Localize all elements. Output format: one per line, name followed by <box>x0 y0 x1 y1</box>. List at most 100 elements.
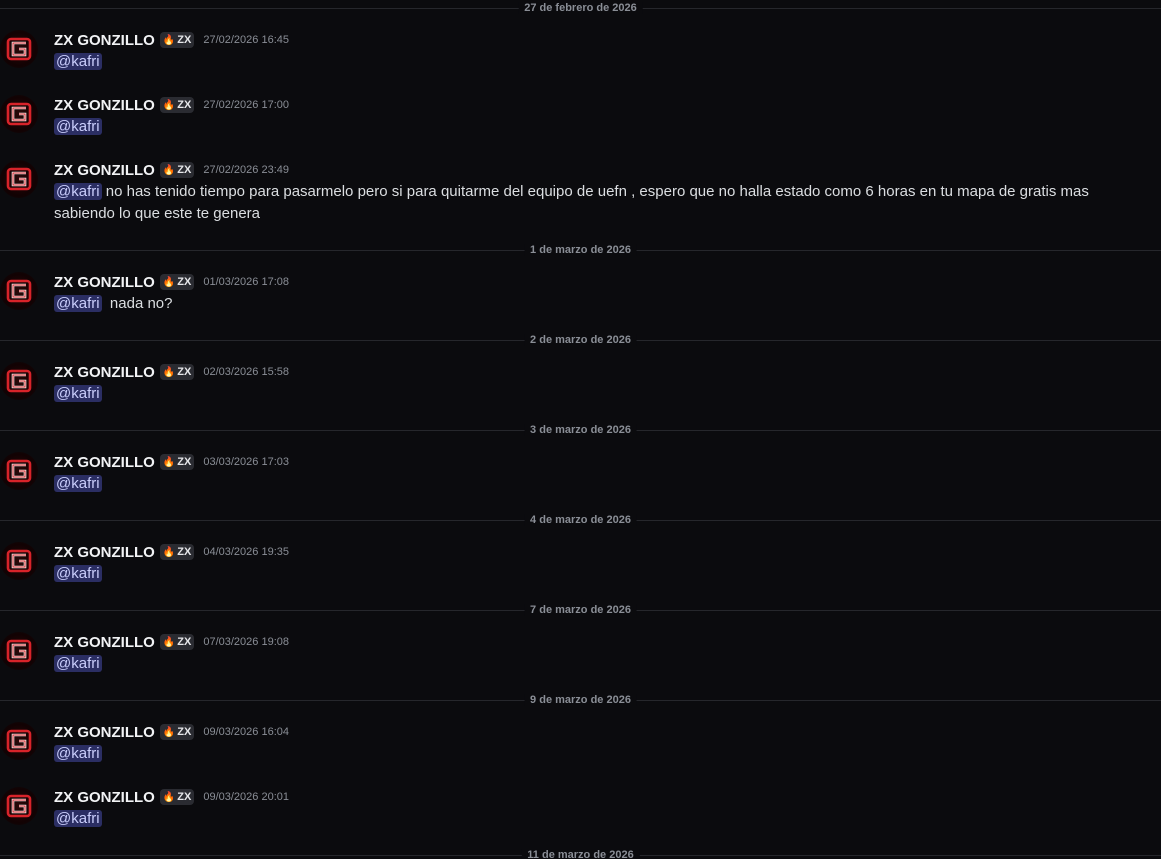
guild-tag[interactable]: 🔥 ZX <box>159 32 195 48</box>
date-divider: 7 de marzo de 2026 <box>0 604 1161 616</box>
username[interactable]: ZX GONZILLO <box>54 364 155 381</box>
date-divider: 4 de marzo de 2026 <box>0 514 1161 526</box>
fire-icon: 🔥 <box>162 456 176 468</box>
username[interactable]: ZX GONZILLO <box>54 724 155 741</box>
message-text: nada no? <box>101 295 173 312</box>
guild-tag[interactable]: 🔥 ZX <box>159 544 195 560</box>
message-header: ZX GONZILLO 🔥 ZX 09/03/2026 16:04 <box>54 722 289 742</box>
user-mention[interactable]: @kafri <box>54 565 102 582</box>
message-content: @kafri <box>54 473 1144 495</box>
timestamp[interactable]: 01/03/2026 17:08 <box>203 276 289 288</box>
user-mention[interactable]: @kafri <box>54 810 102 827</box>
guild-tag-label: ZX <box>177 276 192 288</box>
fire-icon: 🔥 <box>162 164 176 176</box>
message-header: ZX GONZILLO 🔥 ZX 27/02/2026 23:49 <box>54 160 289 180</box>
user-mention[interactable]: @kafri <box>54 475 102 492</box>
username[interactable]: ZX GONZILLO <box>54 162 155 179</box>
timestamp[interactable]: 09/03/2026 16:04 <box>203 726 289 738</box>
g-logo-icon <box>6 794 32 818</box>
guild-tag[interactable]: 🔥 ZX <box>159 454 195 470</box>
timestamp[interactable]: 27/02/2026 16:45 <box>203 34 289 46</box>
username[interactable]: ZX GONZILLO <box>54 274 155 291</box>
guild-tag-label: ZX <box>177 366 192 378</box>
message-feed: 27 de febrero de 2026 1 de marzo de 2026… <box>0 0 1161 859</box>
username[interactable]: ZX GONZILLO <box>54 454 155 471</box>
g-logo-icon <box>6 459 32 483</box>
avatar[interactable] <box>0 452 38 490</box>
user-mention[interactable]: @kafri <box>54 745 102 762</box>
message-header: ZX GONZILLO 🔥 ZX 27/02/2026 17:00 <box>54 95 289 115</box>
date-divider: 1 de marzo de 2026 <box>0 244 1161 256</box>
user-mention[interactable]: @kafri <box>54 118 102 135</box>
fire-icon: 🔥 <box>162 276 176 288</box>
avatar[interactable] <box>0 272 38 310</box>
guild-tag-label: ZX <box>177 34 192 46</box>
date-divider-label: 9 de marzo de 2026 <box>524 694 637 706</box>
username[interactable]: ZX GONZILLO <box>54 544 155 561</box>
date-divider-label: 27 de febrero de 2026 <box>518 2 643 14</box>
timestamp[interactable]: 27/02/2026 23:49 <box>203 164 289 176</box>
guild-tag-label: ZX <box>177 726 192 738</box>
date-divider: 2 de marzo de 2026 <box>0 334 1161 346</box>
g-logo-icon <box>6 37 32 61</box>
fire-icon: 🔥 <box>162 99 176 111</box>
avatar[interactable] <box>0 160 38 198</box>
message-header: ZX GONZILLO 🔥 ZX 03/03/2026 17:03 <box>54 452 289 472</box>
message-content: @kafri no has tenido tiempo para pasarme… <box>54 181 1144 225</box>
fire-icon: 🔥 <box>162 546 176 558</box>
message-header: ZX GONZILLO 🔥 ZX 02/03/2026 15:58 <box>54 362 289 382</box>
message-header: ZX GONZILLO 🔥 ZX 01/03/2026 17:08 <box>54 272 289 292</box>
date-divider-label: 4 de marzo de 2026 <box>524 514 637 526</box>
avatar[interactable] <box>0 95 38 133</box>
g-logo-icon <box>6 639 32 663</box>
date-divider: 3 de marzo de 2026 <box>0 424 1161 436</box>
user-mention[interactable]: @kafri <box>54 655 102 672</box>
user-mention[interactable]: @kafri <box>54 183 102 200</box>
guild-tag[interactable]: 🔥 ZX <box>159 364 195 380</box>
guild-tag[interactable]: 🔥 ZX <box>159 274 195 290</box>
message-content: @kafri <box>54 743 1144 765</box>
guild-tag[interactable]: 🔥 ZX <box>159 97 195 113</box>
guild-tag-label: ZX <box>177 99 192 111</box>
username[interactable]: ZX GONZILLO <box>54 97 155 114</box>
timestamp[interactable]: 04/03/2026 19:35 <box>203 546 289 558</box>
guild-tag-label: ZX <box>177 636 192 648</box>
date-divider-label: 7 de marzo de 2026 <box>524 604 637 616</box>
message-header: ZX GONZILLO 🔥 ZX 27/02/2026 16:45 <box>54 30 289 50</box>
g-logo-icon <box>6 102 32 126</box>
guild-tag[interactable]: 🔥 ZX <box>159 789 195 805</box>
guild-tag[interactable]: 🔥 ZX <box>159 634 195 650</box>
timestamp[interactable]: 27/02/2026 17:00 <box>203 99 289 111</box>
username[interactable]: ZX GONZILLO <box>54 634 155 651</box>
guild-tag[interactable]: 🔥 ZX <box>159 724 195 740</box>
guild-tag-label: ZX <box>177 164 192 176</box>
message-content: @kafri <box>54 116 1144 138</box>
message-content: @kafri <box>54 563 1144 585</box>
date-divider-label: 3 de marzo de 2026 <box>524 424 637 436</box>
fire-icon: 🔥 <box>162 636 176 648</box>
timestamp[interactable]: 09/03/2026 20:01 <box>203 791 289 803</box>
timestamp[interactable]: 03/03/2026 17:03 <box>203 456 289 468</box>
timestamp[interactable]: 07/03/2026 19:08 <box>203 636 289 648</box>
date-divider-label: 11 de marzo de 2026 <box>521 849 640 859</box>
avatar[interactable] <box>0 722 38 760</box>
user-mention[interactable]: @kafri <box>54 53 102 70</box>
message-content: @kafri <box>54 653 1144 675</box>
g-logo-icon <box>6 549 32 573</box>
username[interactable]: ZX GONZILLO <box>54 789 155 806</box>
avatar[interactable] <box>0 787 38 825</box>
user-mention[interactable]: @kafri <box>54 385 102 402</box>
g-logo-icon <box>6 167 32 191</box>
fire-icon: 🔥 <box>162 366 176 378</box>
guild-tag[interactable]: 🔥 ZX <box>159 162 195 178</box>
avatar[interactable] <box>0 542 38 580</box>
avatar[interactable] <box>0 362 38 400</box>
g-logo-icon <box>6 729 32 753</box>
user-mention[interactable]: @kafri <box>54 295 102 312</box>
avatar[interactable] <box>0 30 38 68</box>
message-text: no has tenido tiempo para pasarmelo pero… <box>54 183 1089 222</box>
timestamp[interactable]: 02/03/2026 15:58 <box>203 366 289 378</box>
message-content: @kafri <box>54 808 1144 830</box>
username[interactable]: ZX GONZILLO <box>54 32 155 49</box>
avatar[interactable] <box>0 632 38 670</box>
